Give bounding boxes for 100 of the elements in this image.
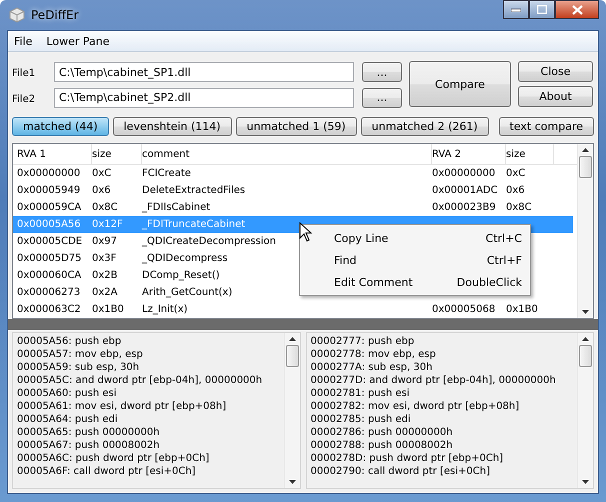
code-line: 00002790: call dword ptr [esi+0Ch]	[310, 465, 491, 478]
table-cell: 0x00005068	[432, 304, 496, 315]
table-cell: DeleteExtractedFiles	[142, 185, 246, 196]
text-compare-button[interactable]: text compare	[498, 117, 594, 136]
table-cell: 0x000060CA	[17, 270, 82, 281]
table-cell: _QDICreateDecompression	[142, 236, 276, 247]
table-cell: 0x2B	[92, 270, 118, 281]
table-cell: 0xC	[506, 168, 526, 179]
compare-button[interactable]: Compare	[409, 61, 511, 107]
table-cell: 0x8C	[92, 202, 118, 213]
table-cell: 0x000023B9	[432, 202, 496, 213]
code-line: 00005A61: mov esi, dword ptr [ebp+08h]	[17, 400, 228, 413]
column-header[interactable]: RVA 2	[432, 144, 506, 164]
table-cell: 0x2A	[92, 287, 118, 298]
table-cell: Arith_GetCount(x)	[142, 287, 232, 298]
dialog-button[interactable]: Close	[518, 61, 593, 82]
code-line: 00005A6C: push dword ptr [ebp+0Ch]	[17, 452, 210, 465]
maximize-button[interactable]	[529, 0, 555, 19]
scroll-thumb[interactable]	[286, 345, 298, 367]
menu-label: Edit Comment	[334, 276, 413, 288]
minimize-button[interactable]	[503, 0, 529, 19]
scrollbar[interactable]	[577, 144, 593, 318]
table-cell: 0x000063C2	[17, 304, 81, 315]
dialog-button[interactable]: About	[518, 86, 593, 107]
cube-icon	[9, 7, 25, 23]
close-button[interactable]	[555, 0, 599, 19]
code-line: 00005A57: mov ebp, esp	[17, 348, 144, 361]
filter-tab[interactable]: unmatched 1 (59)	[236, 117, 357, 136]
table-cell: 0x8C	[506, 202, 532, 213]
code-line: 00005A65: push 00000000h	[17, 426, 161, 439]
code-line: 0000277D: and dword ptr [ebp-04h], 00000000h	[310, 374, 557, 387]
table-cell: FCICreate	[142, 168, 191, 179]
scroll-up-icon	[582, 337, 589, 341]
browse-button[interactable]: ...	[362, 88, 402, 108]
code-line: 00002786: push 00000000h	[310, 426, 454, 439]
menu-label: Find	[334, 254, 357, 266]
table-cell: _FDITruncateCabinet	[142, 219, 246, 230]
code-line: 00002788: push 00008002h	[310, 439, 454, 452]
table-cell: 0x00005CDE	[17, 236, 82, 247]
context-menu-item[interactable]: Edit Comment DoubleClick	[300, 271, 530, 293]
scroll-thumb[interactable]	[579, 156, 592, 178]
column-header[interactable]: RVA 1	[17, 144, 92, 164]
code-line: 00005A5C: and dword ptr [ebp-04h], 00000000h	[17, 374, 264, 387]
scroll-up-icon	[288, 337, 296, 341]
scroll-thumb[interactable]	[579, 345, 592, 367]
shortcut-label: Ctrl+F	[486, 254, 522, 266]
filter-tab[interactable]: unmatched 2 (261)	[360, 117, 489, 136]
shortcut-label: DoubleClick	[456, 276, 522, 288]
shortcut-label: Ctrl+C	[486, 232, 522, 244]
file-label: File2	[12, 92, 36, 105]
table-cell: Lz_Init(x)	[142, 304, 188, 315]
maximize-icon	[537, 5, 547, 14]
scroll-down-icon	[582, 480, 589, 484]
code-line: 00005A60: push esi	[17, 387, 118, 400]
scrollbar[interactable]	[577, 333, 593, 488]
file-path-field[interactable]: C:\Temp\cabinet_SP2.dll	[54, 88, 354, 108]
column-header[interactable]: size	[92, 144, 142, 164]
context-menu-item[interactable]: Find Ctrl+F	[300, 249, 530, 271]
code-line: 00005A59: sub esp, 30h	[17, 361, 140, 374]
code-line: 00002785: push edi	[310, 413, 412, 426]
file-label: File1	[12, 67, 36, 80]
table-cell: 0xC	[92, 168, 112, 179]
table-cell: 0x97	[92, 236, 118, 247]
table-cell: 0x00000000	[432, 168, 496, 179]
code-line: 00002777: push ebp	[310, 335, 416, 348]
table-cell: 0x00005A56	[17, 219, 81, 230]
scroll-down-icon	[582, 310, 589, 314]
table-cell: 0x12F	[92, 219, 123, 230]
code-line: 00005A6F: call dword ptr [esi+0Ch]	[17, 465, 197, 478]
code-line: 0000277A: sub esp, 30h	[310, 361, 434, 374]
code-line: 00002778: mov ebp, esp	[310, 348, 437, 361]
filter-tab[interactable]: matched (44)	[12, 117, 109, 136]
table-cell: 0x1B0	[92, 304, 124, 315]
table-cell: 0x6	[506, 185, 525, 196]
minimize-icon	[511, 8, 521, 12]
scrollbar[interactable]	[284, 333, 300, 488]
file-path-field[interactable]: C:\Temp\cabinet_SP1.dll	[54, 62, 354, 82]
code-line: 00002782: mov esi, dword ptr [ebp+08h]	[310, 400, 520, 413]
filter-tab[interactable]: levenshtein (114)	[112, 117, 232, 136]
column-header[interactable]: comment	[142, 144, 432, 164]
table-cell: 0x00005949	[17, 185, 80, 196]
table-cell: 0x1B0	[506, 304, 538, 315]
code-line: 00002781: push esi	[310, 387, 410, 400]
code-line: 00005A56: push ebp	[17, 335, 122, 348]
table-cell: DComp_Reset()	[142, 270, 220, 281]
table-cell: 0x000059CA	[17, 202, 82, 213]
scroll-up-icon	[582, 148, 589, 152]
table-cell: 0x00006273	[17, 287, 80, 298]
scroll-down-icon	[288, 480, 296, 484]
menu-label: Copy Line	[334, 232, 388, 244]
browse-button[interactable]: ...	[362, 62, 402, 82]
code-line: 00005A64: push edi	[17, 413, 119, 426]
table-cell: _FDIIsCabinet	[142, 202, 210, 213]
table-cell: 0x00001ADC	[432, 185, 498, 196]
menu-item[interactable]: File	[14, 34, 32, 48]
column-header[interactable]: size	[506, 144, 554, 164]
table-cell: 0x6	[92, 185, 111, 196]
table-cell: _QDIDecompress	[142, 253, 228, 264]
table-cell: 0x3F	[92, 253, 116, 264]
menu-item[interactable]: Lower Pane	[46, 34, 110, 48]
